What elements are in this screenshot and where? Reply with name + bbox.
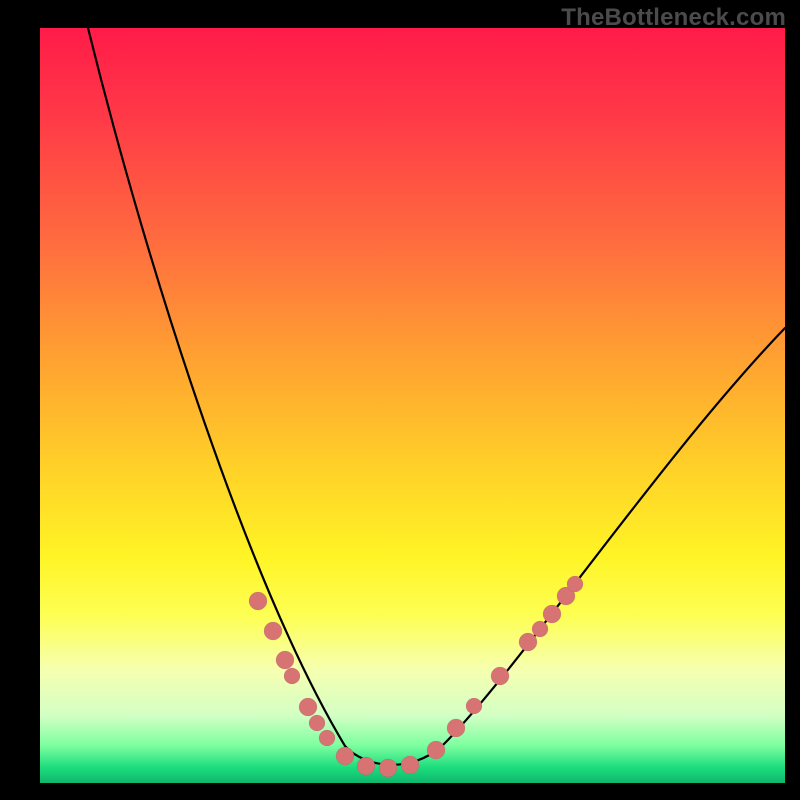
data-point	[466, 698, 482, 714]
chart-frame: TheBottleneck.com	[0, 0, 800, 800]
data-point	[264, 622, 282, 640]
data-point	[447, 719, 465, 737]
data-point	[276, 651, 294, 669]
bottleneck-curve	[88, 28, 785, 765]
data-point	[249, 592, 267, 610]
data-point	[543, 605, 561, 623]
data-point	[519, 633, 537, 651]
data-point	[309, 715, 325, 731]
data-point	[319, 730, 335, 746]
chart-svg	[40, 28, 785, 783]
data-point	[379, 759, 397, 777]
plot-area	[40, 28, 785, 783]
data-point	[357, 757, 375, 775]
data-point	[427, 741, 445, 759]
data-points	[249, 576, 583, 777]
data-point	[336, 747, 354, 765]
data-point	[401, 756, 419, 774]
data-point	[567, 576, 583, 592]
data-point	[299, 698, 317, 716]
data-point	[491, 667, 509, 685]
data-point	[284, 668, 300, 684]
data-point	[532, 621, 548, 637]
